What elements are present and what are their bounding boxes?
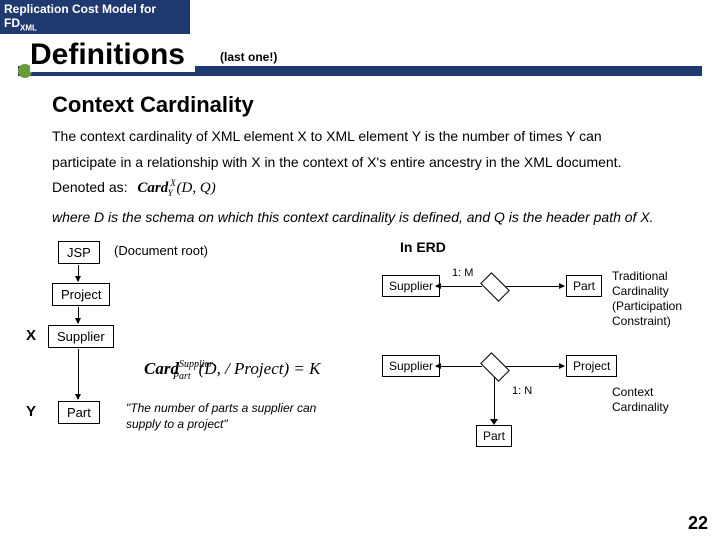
header-sub: XML: [20, 23, 37, 32]
section-heading: Context Cardinality: [52, 92, 668, 118]
tree-root-note: (Document root): [114, 243, 208, 258]
y-label: Y: [26, 403, 36, 420]
line-icon: [436, 286, 482, 287]
tree-root: JSP: [58, 241, 100, 264]
line-icon: [494, 377, 495, 421]
slide-subtitle: (last one!): [220, 50, 277, 64]
erd-heading: In ERD: [400, 239, 446, 255]
page-number: 22: [688, 513, 708, 534]
erd-project: Project: [566, 355, 617, 377]
tree-supplier: Supplier: [48, 325, 114, 348]
diagram-area: JSP (Document root) Project Supplier X P…: [52, 235, 668, 465]
formula-big: CardSupplierPart(D, / Project) = K: [144, 359, 320, 379]
diamond-icon: [480, 273, 510, 303]
line-icon: [506, 366, 564, 367]
one-m-label: 1: M: [452, 267, 473, 279]
slide-title: Definitions: [30, 38, 195, 72]
definition-text: The context cardinality of XML element X…: [52, 124, 668, 201]
formula-inline: CardXY (D, Q): [137, 175, 215, 202]
diamond-icon: [480, 353, 510, 383]
title-row: Definitions (last one!): [0, 38, 720, 82]
x-label: X: [26, 327, 36, 344]
arrow-icon: [78, 307, 79, 323]
erd-part-1: Part: [566, 275, 602, 297]
one-n-label: 1: N: [512, 385, 532, 397]
participation-label: (Participation Constraint): [612, 299, 682, 328]
tree-part: Part: [58, 401, 100, 424]
erd-supplier-1: Supplier: [382, 275, 440, 297]
arrow-icon: [78, 265, 79, 281]
formula-caption: "The number of parts a supplier can supp…: [126, 401, 346, 432]
context-label: Context Cardinality: [612, 385, 669, 414]
erd-part-2: Part: [476, 425, 512, 447]
line-icon: [436, 366, 482, 367]
arrow-icon: [78, 349, 79, 399]
where-clause: where D is the schema on which this cont…: [52, 208, 668, 228]
line-icon: [506, 286, 564, 287]
traditional-label: Traditional Cardinality: [612, 269, 669, 298]
content-area: Context Cardinality The context cardinal…: [0, 82, 720, 465]
erd-supplier-2: Supplier: [382, 355, 440, 377]
tree-project: Project: [52, 283, 110, 306]
header-bar: Replication Cost Model for FDXML: [0, 0, 190, 34]
